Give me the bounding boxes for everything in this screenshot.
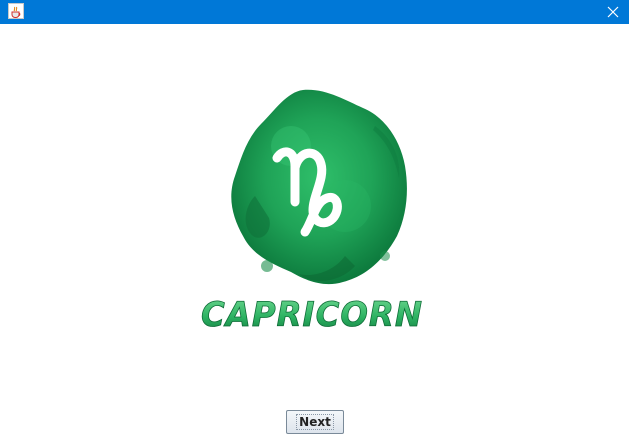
- capricorn-logo: CAPRICORN: [201, 89, 423, 331]
- app-window: CAPRICORN Next: [0, 0, 629, 441]
- next-button[interactable]: Next: [286, 410, 344, 434]
- close-button[interactable]: [597, 0, 629, 24]
- title-bar: [0, 0, 629, 24]
- content-panel: CAPRICORN Next: [0, 24, 629, 441]
- close-icon: [607, 6, 619, 18]
- next-button-label: Next: [296, 414, 334, 430]
- logo-text: CAPRICORN: [201, 295, 423, 331]
- java-cup-icon: [8, 3, 24, 19]
